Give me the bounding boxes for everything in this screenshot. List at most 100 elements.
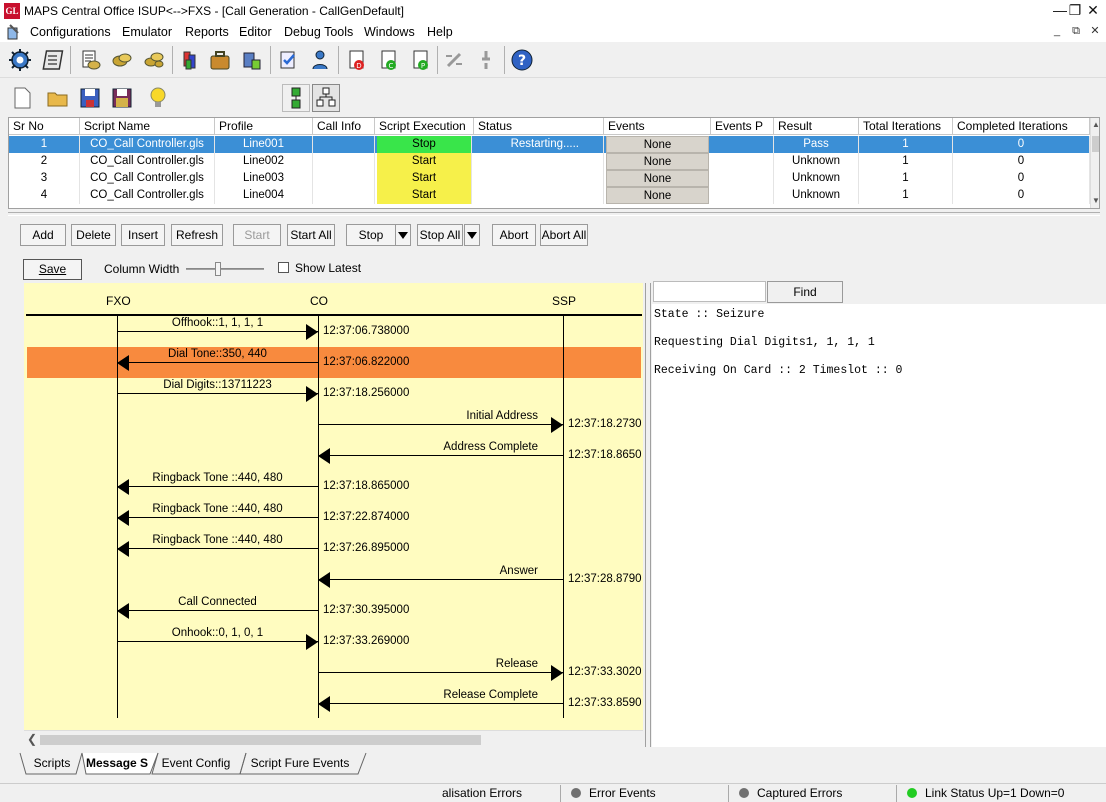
delete-button[interactable]: Delete: [71, 224, 116, 246]
col-header-completed-iterations[interactable]: Completed Iterations: [953, 118, 1090, 135]
scroll-left-icon[interactable]: ❮: [27, 732, 37, 746]
message-label: Offhook::1, 1, 1, 1: [171, 317, 264, 329]
col-header-total-iterations[interactable]: Total Iterations: [859, 118, 953, 135]
col-header-call-info[interactable]: Call Info: [313, 118, 375, 135]
title-bar: GL MAPS Central Office ISUP<-->FXS - [Ca…: [0, 0, 1106, 22]
col-header-script-name[interactable]: Script Name: [80, 118, 215, 135]
help-icon[interactable]: ?: [508, 46, 536, 74]
col-header-profile[interactable]: Profile: [215, 118, 313, 135]
refresh-button[interactable]: Refresh: [171, 224, 223, 246]
message-timestamp: 12:37:18.256000: [323, 387, 410, 399]
col-header-sr-no[interactable]: Sr No: [9, 118, 80, 135]
start-button[interactable]: Start: [233, 224, 281, 246]
tab-script-fure-events[interactable]: Script Fure Events: [250, 752, 350, 774]
lightbulb-icon[interactable]: [144, 84, 172, 112]
find-button[interactable]: Find: [767, 281, 843, 303]
disconnect-icon[interactable]: [472, 46, 500, 74]
profile-config-icon[interactable]: [140, 46, 168, 74]
cell-status: [474, 153, 604, 170]
open-folder-icon[interactable]: [44, 84, 72, 112]
svg-text:P: P: [421, 62, 425, 70]
col-header-script-execution[interactable]: Script Execution: [375, 118, 474, 135]
ladder-horizontal-scrollbar[interactable]: ❮: [24, 730, 643, 747]
card-config-icon[interactable]: [108, 46, 136, 74]
captured-errors-dot-icon: [739, 788, 749, 798]
column-width-slider-thumb[interactable]: [215, 262, 221, 276]
script-list-icon[interactable]: [38, 46, 66, 74]
cell-events[interactable]: None: [606, 153, 709, 170]
cell-call-info: [313, 153, 375, 170]
show-latest-checkbox[interactable]: [278, 262, 289, 273]
tab-scripts[interactable]: Scripts: [28, 752, 76, 774]
grid-vertical-scrollbar[interactable]: ▲ ▼: [1090, 118, 1099, 208]
message-timestamp: 12:37:06.822000: [323, 356, 410, 368]
message-label: Answer: [499, 565, 538, 577]
menu-emulator[interactable]: Emulator: [122, 25, 172, 39]
stop-all-button[interactable]: Stop All: [417, 224, 463, 246]
save-as-icon[interactable]: [108, 84, 136, 112]
users-security-icon[interactable]: [238, 46, 266, 74]
close-button[interactable]: ✕: [1084, 1, 1102, 19]
cell-sr: 4: [9, 187, 80, 204]
cell-result: Unknown: [774, 170, 859, 187]
menu-reports[interactable]: Reports: [185, 25, 229, 39]
briefcase-icon[interactable]: [206, 46, 234, 74]
check-doc-icon[interactable]: [274, 46, 302, 74]
message-label: Dial Tone::350, 440: [168, 348, 267, 360]
connect-icon[interactable]: [440, 46, 468, 74]
report-d-icon[interactable]: D: [343, 46, 371, 74]
cell-script: CO_Call Controller.gls: [80, 187, 215, 204]
cell-exec[interactable]: Start: [377, 153, 472, 170]
vertical-layout-icon[interactable]: [282, 84, 310, 112]
message-arrow-line: [117, 486, 318, 487]
message-timestamp: 12:37:06.738000: [323, 325, 410, 337]
cell-events[interactable]: None: [606, 136, 709, 153]
tree-layout-icon[interactable]: [312, 84, 340, 112]
settings-gear-icon[interactable]: [6, 46, 34, 74]
cell-exec[interactable]: Start: [377, 187, 472, 204]
col-header-status[interactable]: Status: [474, 118, 604, 135]
stop-button[interactable]: Stop: [346, 224, 396, 246]
mdi-doc-icon[interactable]: [6, 24, 22, 40]
save-ladder-button[interactable]: Save: [23, 259, 82, 280]
col-header-result[interactable]: Result: [774, 118, 859, 135]
column-width-slider[interactable]: [186, 268, 264, 270]
edit-script-icon[interactable]: [76, 46, 104, 74]
add-button[interactable]: Add: [20, 224, 66, 246]
col-header-events[interactable]: Events: [604, 118, 711, 135]
menu-editor[interactable]: Editor: [239, 25, 272, 39]
insert-button[interactable]: Insert: [121, 224, 165, 246]
report-p-icon[interactable]: P: [407, 46, 435, 74]
restore-button[interactable]: ❐: [1066, 1, 1084, 19]
colored-docs-icon[interactable]: [176, 46, 204, 74]
cell-call-info: [313, 136, 375, 153]
tab-event-config[interactable]: Event Config: [160, 752, 232, 774]
cell-completed: 0: [953, 153, 1090, 170]
cell-events[interactable]: None: [606, 170, 709, 187]
abort-button[interactable]: Abort: [492, 224, 536, 246]
report-c-icon[interactable]: C: [375, 46, 403, 74]
mdi-restore-button[interactable]: ⧉: [1068, 23, 1084, 39]
abort-all-button[interactable]: Abort All: [540, 224, 588, 246]
cell-events[interactable]: None: [606, 187, 709, 204]
menu-configurations[interactable]: Configurations: [30, 25, 111, 39]
mdi-minimize-button[interactable]: _: [1049, 23, 1065, 39]
menu-windows[interactable]: Windows: [364, 25, 415, 39]
person-settings-icon[interactable]: [306, 46, 334, 74]
start-all-button[interactable]: Start All: [287, 224, 335, 246]
stop-dropdown-arrow-icon[interactable]: [395, 224, 411, 246]
menu-debug-tools[interactable]: Debug Tools: [284, 25, 353, 39]
find-input[interactable]: [653, 281, 766, 302]
cell-exec[interactable]: Stop: [377, 136, 472, 153]
col-header-events-p[interactable]: Events P: [711, 118, 774, 135]
new-file-icon[interactable]: [8, 84, 36, 112]
grid-splitter[interactable]: [8, 212, 1100, 216]
stop-all-dropdown-arrow-icon[interactable]: [464, 224, 480, 246]
mdi-close-button[interactable]: ✕: [1087, 23, 1103, 39]
panel-splitter[interactable]: [645, 283, 651, 747]
cell-exec[interactable]: Start: [377, 170, 472, 187]
tab-message-sequence[interactable]: Message S: [86, 752, 148, 774]
scrollbar-thumb[interactable]: [40, 735, 481, 745]
save-icon[interactable]: [76, 84, 104, 112]
menu-help[interactable]: Help: [427, 25, 453, 39]
